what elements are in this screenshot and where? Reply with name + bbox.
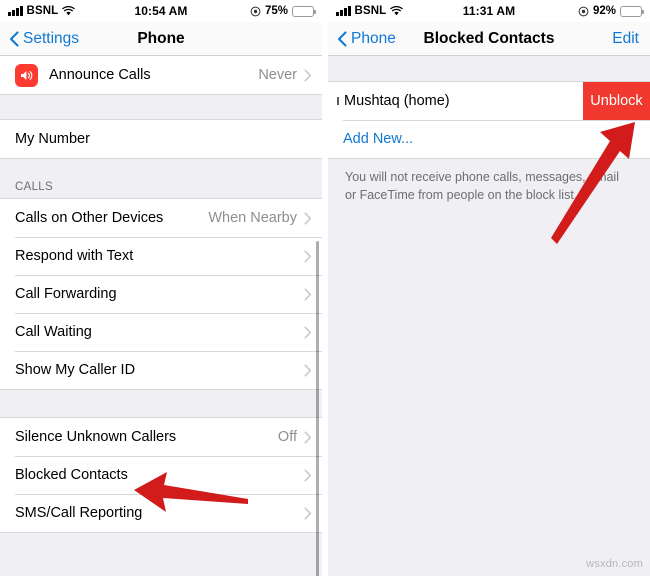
row-label: SMS/Call Reporting xyxy=(15,505,143,521)
vertical-scrollbar[interactable] xyxy=(316,241,319,576)
location-services-icon xyxy=(250,6,261,16)
right-status-right: 92% ⚡ xyxy=(578,5,645,17)
chevron-right-icon xyxy=(304,249,312,263)
row-label: Call Forwarding xyxy=(15,286,117,302)
row-my-number[interactable]: My Number xyxy=(0,120,322,158)
announce-calls-speaker-icon xyxy=(15,63,38,87)
block-list-footer-note: You will not receive phone calls, messag… xyxy=(328,159,650,205)
chevron-right-icon xyxy=(304,363,312,377)
group-my-number: My Number xyxy=(0,120,322,158)
row-respond-with-text[interactable]: Respond with Text xyxy=(0,237,322,275)
row-calls-on-other-devices[interactable]: Calls on Other Devices When Nearby xyxy=(0,199,322,237)
row-show-my-caller-id[interactable]: Show My Caller ID xyxy=(0,351,322,389)
chevron-right-icon xyxy=(304,287,312,301)
chevron-right-icon xyxy=(304,430,312,444)
row-label: My Number xyxy=(15,131,90,147)
chevron-left-icon xyxy=(9,30,19,47)
edit-button[interactable]: Edit xyxy=(612,30,650,48)
spacer-3 xyxy=(0,532,322,574)
section-header-calls-container: CALLS xyxy=(0,158,322,198)
right-scroll-area[interactable]: ı Mushtaq (home) Unblock Add New... You … xyxy=(328,56,650,576)
battery-percent-label: 92% xyxy=(592,5,616,17)
row-sms-call-reporting[interactable]: SMS/Call Reporting xyxy=(0,494,322,532)
row-label: Announce Calls xyxy=(49,67,151,83)
back-to-settings-button[interactable]: Settings xyxy=(0,30,79,48)
battery-charging-icon: ⚡ xyxy=(620,5,645,17)
row-label: Calls on Other Devices xyxy=(15,210,164,226)
location-services-icon xyxy=(578,6,589,16)
right-phone-screen: BSNL 11:31 AM 92% ⚡ Phone Blocked Contac… xyxy=(328,0,650,576)
row-label: Respond with Text xyxy=(15,248,134,264)
left-phone-screen: BSNL 10:54 AM 75% ⚡ Settings Phone Annou… xyxy=(0,0,322,576)
group-blocking: Silence Unknown Callers Off Blocked Cont… xyxy=(0,418,322,532)
chevron-right-icon xyxy=(304,506,312,520)
group-announce: Announce Calls Never xyxy=(0,56,322,94)
chevron-right-icon xyxy=(304,211,312,225)
unblock-button[interactable]: Unblock xyxy=(583,82,650,120)
spacer-1 xyxy=(0,94,322,120)
back-label: Settings xyxy=(23,29,80,47)
row-label: Blocked Contacts xyxy=(15,467,128,483)
add-new-row[interactable]: Add New... xyxy=(328,120,650,158)
row-call-forwarding[interactable]: Call Forwarding xyxy=(0,275,322,313)
chevron-right-icon xyxy=(304,68,312,82)
row-silence-unknown-callers[interactable]: Silence Unknown Callers Off xyxy=(0,418,322,456)
row-label: Call Waiting xyxy=(15,324,92,340)
row-value: Off xyxy=(277,429,297,445)
chevron-right-icon xyxy=(304,468,312,482)
row-blocked-contacts[interactable]: Blocked Contacts xyxy=(0,456,322,494)
chevron-right-icon xyxy=(304,325,312,339)
spacer-2 xyxy=(0,389,322,418)
row-announce-calls[interactable]: Announce Calls Never xyxy=(0,56,322,94)
left-scroll-area[interactable]: Announce Calls Never My Number CALLS Cal… xyxy=(0,56,322,576)
left-status-right: 75% ⚡ xyxy=(250,5,317,17)
battery-charging-icon: ⚡ xyxy=(292,5,317,17)
row-value: Never xyxy=(258,67,297,83)
add-new-label: Add New... xyxy=(343,131,414,147)
right-status-bar: BSNL 11:31 AM 92% ⚡ xyxy=(328,0,650,22)
blocked-contact-row[interactable]: ı Mushtaq (home) Unblock xyxy=(328,82,650,120)
back-label: Phone xyxy=(351,29,396,47)
back-to-phone-button[interactable]: Phone xyxy=(328,30,396,48)
spacer-top xyxy=(328,56,650,82)
row-label: Silence Unknown Callers xyxy=(15,429,177,445)
left-status-bar: BSNL 10:54 AM 75% ⚡ xyxy=(0,0,322,22)
section-header-calls: CALLS xyxy=(0,159,322,198)
group-blocked-list: ı Mushtaq (home) Unblock Add New... xyxy=(328,82,650,158)
battery-percent-label: 75% xyxy=(264,5,288,17)
row-call-waiting[interactable]: Call Waiting xyxy=(0,313,322,351)
right-nav-bar: Phone Blocked Contacts Edit xyxy=(328,22,650,56)
left-nav-bar: Settings Phone xyxy=(0,22,322,56)
chevron-left-icon xyxy=(337,30,347,47)
dual-screenshot-container: BSNL 10:54 AM 75% ⚡ Settings Phone Annou… xyxy=(0,0,650,576)
watermark-label: wsxdn.com xyxy=(586,558,643,570)
group-calls: Calls on Other Devices When Nearby Respo… xyxy=(0,198,322,389)
footer-area: You will not receive phone calls, messag… xyxy=(328,158,650,576)
row-label: Show My Caller ID xyxy=(15,362,136,378)
row-value: When Nearby xyxy=(208,210,297,226)
